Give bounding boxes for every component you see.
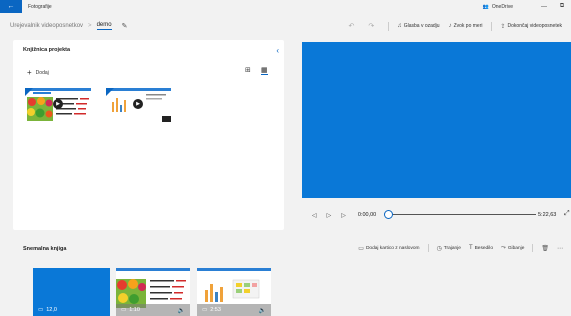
speaker-icon[interactable]: 🔈 xyxy=(259,307,266,314)
project-library-panel: Knjižnica projekta ‹ + Dodaj ⊞ ▦ ▶ ▶ xyxy=(13,40,284,230)
title-card-icon: ▭ xyxy=(38,307,44,313)
playback-controls: ◁ ▷ ▷ 0:00,00 5:22,63 ⤢ xyxy=(302,208,571,222)
video-clip-icon: ▭ xyxy=(202,307,208,313)
total-time: 5:22,63 xyxy=(538,212,557,218)
add-label: Dodaj xyxy=(35,69,49,76)
video-clip-icon: ▭ xyxy=(121,307,127,313)
back-arrow-icon: ← xyxy=(7,3,15,10)
breadcrumb-separator: > xyxy=(88,23,92,29)
speaker-icon[interactable]: 🔈 xyxy=(178,307,185,314)
library-item-video-2[interactable]: ▶ xyxy=(106,88,171,122)
storyboard-title: Snemalna knjiga xyxy=(23,246,67,252)
restore-button[interactable]: ⧉ xyxy=(553,3,571,10)
undo-icon[interactable]: ↶ xyxy=(348,22,354,30)
toolbar-divider xyxy=(491,21,493,31)
current-time: 0:00,00 xyxy=(357,212,377,218)
clock-icon: ◷ xyxy=(436,245,442,252)
audio-icon: ♪ xyxy=(448,23,452,29)
play-icon: ▶ xyxy=(53,99,63,109)
duration-button[interactable]: ◷ Trajanje xyxy=(437,245,461,252)
storyboard-card-2[interactable]: ▭ 1:10 🔈 xyxy=(116,268,190,316)
trash-icon[interactable]: 🗑 xyxy=(541,245,549,252)
title-card-icon: ▭ xyxy=(358,245,364,252)
seek-slider-track[interactable] xyxy=(388,214,536,215)
motion-icon: ⤳ xyxy=(501,244,506,251)
motion-label: Gibanje xyxy=(507,245,525,251)
storyboard-divider xyxy=(427,244,429,252)
breadcrumb-root[interactable]: Urejevalnik videoposnetkov xyxy=(10,23,83,29)
back-button[interactable]: ← xyxy=(0,0,22,13)
plus-icon: + xyxy=(27,68,32,77)
background-music-button[interactable]: ♫ Glasba v ozadju xyxy=(397,23,439,29)
list-view-icon[interactable]: ▦ xyxy=(261,66,268,75)
storyboard-card-1[interactable]: ▭ 12,0 xyxy=(33,268,110,316)
step-forward-icon[interactable]: ▷ xyxy=(341,212,346,219)
seek-slider-handle[interactable] xyxy=(384,210,393,219)
fullscreen-icon[interactable]: ⤢ xyxy=(564,210,570,218)
onedrive-button[interactable]: 👥 OneDrive xyxy=(483,4,513,10)
project-library-title: Knjižnica projekta xyxy=(23,47,71,53)
text-button[interactable]: T Besedilo xyxy=(469,245,493,251)
onedrive-label: OneDrive xyxy=(491,3,513,10)
background-music-label: Glasba v ozadju xyxy=(403,23,440,29)
people-icon: 👥 xyxy=(482,3,489,10)
collapse-chevron-icon[interactable]: ‹ xyxy=(276,46,279,55)
video-preview[interactable] xyxy=(302,42,571,198)
add-title-card-label: Dodaj kartico z naslovom xyxy=(365,245,420,251)
card-duration: 2:53 xyxy=(210,307,221,313)
add-title-card-button[interactable]: ▭ Dodaj kartico z naslovom xyxy=(358,245,419,252)
finish-video-button[interactable]: ⇪ Dokončaj videoposnetek xyxy=(500,23,562,30)
add-media-button[interactable]: + Dodaj xyxy=(27,68,49,77)
custom-audio-label: Zvok po meri xyxy=(453,23,483,29)
card-footer: ▭ 12,0 xyxy=(33,304,110,316)
custom-audio-button[interactable]: ♪ Zvok po meri xyxy=(449,23,483,29)
storyboard-panel: Snemalna knjiga ▭ Dodaj kartico z naslov… xyxy=(0,238,571,316)
toolbar-divider xyxy=(388,21,390,31)
step-back-icon[interactable]: ◁ xyxy=(312,212,317,219)
project-name: demo xyxy=(96,22,112,30)
title-bar: ← Fotografije 👥 OneDrive — ⧉ xyxy=(0,0,571,13)
text-label: Besedilo xyxy=(474,245,494,251)
play-icon[interactable]: ▷ xyxy=(327,212,332,219)
redo-icon[interactable]: ↷ xyxy=(368,22,374,30)
motion-button[interactable]: ⤳ Gibanje xyxy=(501,245,524,252)
rename-pencil-icon[interactable]: ✎ xyxy=(122,22,128,30)
card-duration: 1:10 xyxy=(129,307,140,313)
library-item-video-1[interactable]: ▶ xyxy=(25,88,91,122)
finish-video-label: Dokončaj videoposnetek xyxy=(507,23,562,29)
card-duration: 12,0 xyxy=(46,307,57,313)
music-note-icon: ♫ xyxy=(397,23,402,29)
editor-toolbar: Urejevalnik videoposnetkov > demo ✎ ↶ ↷ … xyxy=(0,16,571,36)
app-title: Fotografije xyxy=(28,3,52,10)
minimize-button[interactable]: — xyxy=(535,4,553,10)
storyboard-divider xyxy=(532,244,534,252)
export-icon: ⇪ xyxy=(500,23,506,30)
storyboard-card-3[interactable]: ▭ 2:53 🔈 xyxy=(197,268,271,316)
grid-view-icon[interactable]: ⊞ xyxy=(245,66,251,74)
play-icon: ▶ xyxy=(133,99,143,109)
text-icon: T xyxy=(468,245,473,251)
more-icon[interactable]: ⋯ xyxy=(557,245,563,252)
duration-label: Trajanje xyxy=(443,245,461,251)
